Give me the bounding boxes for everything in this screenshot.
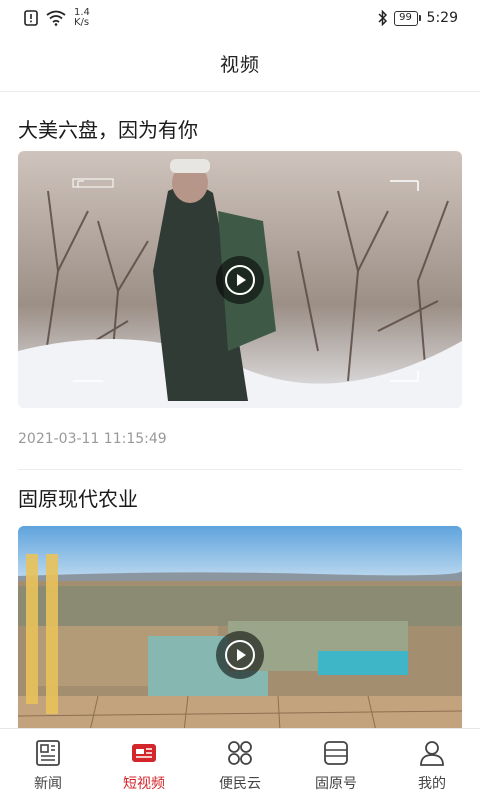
video-card[interactable]: 大美六盘，因为有你 2021-03-11 11:15:49: [0, 93, 480, 470]
nav-label-account: 固原号: [315, 776, 357, 792]
status-left: 1.4 K/s: [24, 8, 90, 28]
status-bar: 1.4 K/s 99 5:29: [0, 0, 480, 36]
video-card[interactable]: 固原现代农业: [0, 470, 480, 728]
page-title: 视频: [219, 54, 260, 76]
services-grid-icon: [228, 741, 252, 765]
battery-tip: [418, 15, 421, 21]
nav-label-short-video: 短视频: [123, 776, 165, 792]
clock: 5:29: [426, 10, 458, 26]
nav-item-short-video[interactable]: 短视频: [96, 729, 192, 800]
nav-label-services: 便民云: [219, 776, 261, 792]
video-thumbnail[interactable]: [18, 151, 462, 408]
play-button[interactable]: [216, 630, 264, 679]
alert-icon: [24, 10, 38, 26]
bottom-nav: 新闻 短视频 便民云 固原号 我的: [0, 728, 480, 800]
wifi-icon: [46, 10, 66, 26]
account-icon: [324, 741, 348, 765]
status-right: 99 5:29: [378, 10, 458, 26]
battery-indicator: 99: [393, 10, 421, 26]
bluetooth-icon: [378, 10, 387, 26]
video-thumbnail-image: [18, 526, 462, 728]
nav-item-services[interactable]: 便民云: [192, 729, 288, 800]
nav-item-account[interactable]: 固原号: [288, 729, 384, 800]
video-date: 2021-03-11 11:15:49: [18, 408, 462, 470]
nav-item-profile[interactable]: 我的: [384, 729, 480, 800]
page-header: 视频: [0, 36, 480, 92]
battery-level: 99: [393, 10, 418, 26]
video-feed[interactable]: 大美六盘，因为有你 2021-03-11 11:15:49 固原现代农业: [0, 93, 480, 728]
video-title[interactable]: 大美六盘，因为有你: [18, 93, 462, 151]
play-icon: [225, 639, 255, 670]
video-thumbnail[interactable]: [18, 526, 462, 728]
nav-label-news: 新闻: [34, 776, 62, 792]
newspaper-icon: [36, 740, 60, 766]
play-button[interactable]: [216, 255, 264, 304]
video-title[interactable]: 固原现代农业: [18, 470, 462, 526]
short-video-icon: [132, 744, 156, 762]
network-speed: 1.4 K/s: [74, 8, 90, 28]
profile-icon: [420, 741, 444, 766]
nav-item-news[interactable]: 新闻: [0, 729, 96, 800]
play-icon: [225, 264, 255, 295]
nav-label-profile: 我的: [418, 776, 446, 792]
network-speed-unit: K/s: [74, 17, 90, 28]
